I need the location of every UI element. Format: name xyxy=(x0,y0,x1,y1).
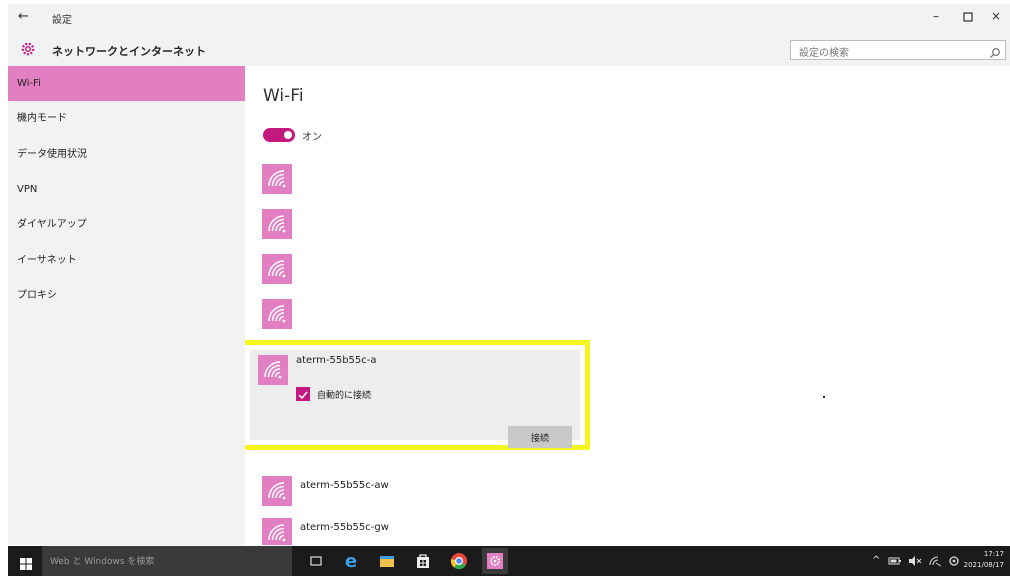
wifi-network-icon[interactable] xyxy=(262,299,292,329)
sidebar-item-vpn[interactable]: VPN xyxy=(8,172,245,207)
sidebar-item-proxy[interactable]: プロキシ xyxy=(8,278,245,313)
sidebar: Wi-Fi 機内モード データ使用状況 VPN ダイヤルアップ イーサネット プ… xyxy=(8,66,245,545)
show-hidden-icons-icon[interactable]: ^ xyxy=(872,555,880,566)
title-bar: ← 設定 – × xyxy=(8,4,1010,34)
wifi-network-icon[interactable] xyxy=(262,164,292,194)
close-button[interactable]: × xyxy=(986,9,1006,23)
network-icon[interactable] xyxy=(928,555,942,570)
taskbar: e ^ 17:17 2021/08/17 xyxy=(8,546,1010,576)
taskbar-clock[interactable]: 17:17 2021/08/17 xyxy=(964,549,1004,571)
file-explorer-icon[interactable] xyxy=(376,550,398,572)
clock-date: 2021/08/17 xyxy=(963,561,1004,569)
settings-window: ← 設定 – × ネットワークとインターネット Wi-Fi 機内モード データ使… xyxy=(8,4,1010,545)
taskbar-search-input[interactable] xyxy=(48,552,288,572)
page-header: ネットワークとインターネット xyxy=(8,34,1010,66)
sidebar-item-airplane-mode[interactable]: 機内モード xyxy=(8,101,245,136)
network-name: aterm-55b55c-a xyxy=(296,355,377,366)
settings-search-box[interactable] xyxy=(790,40,1006,63)
selected-network-panel[interactable]: aterm-55b55c-a 自動的に接続 接続 xyxy=(250,350,580,448)
stray-dot xyxy=(823,396,825,398)
auto-connect-label: 自動的に接続 xyxy=(317,391,372,401)
highlight-box: aterm-55b55c-a 自動的に接続 接続 xyxy=(245,340,590,450)
auto-connect-checkbox[interactable] xyxy=(296,387,310,401)
task-view-icon[interactable] xyxy=(305,550,327,572)
gear-icon xyxy=(20,41,36,57)
sidebar-item-data-usage[interactable]: データ使用状況 xyxy=(8,137,245,172)
settings-search-input[interactable] xyxy=(791,44,979,63)
network-name[interactable]: aterm-55b55c-aw xyxy=(300,480,389,491)
battery-icon[interactable] xyxy=(888,555,902,570)
toggle-knob xyxy=(284,131,292,139)
windows-start-icon[interactable] xyxy=(20,555,32,570)
wifi-toggle[interactable] xyxy=(263,128,295,142)
page-title: ネットワークとインターネット xyxy=(52,45,206,58)
wifi-network-icon[interactable] xyxy=(262,476,292,506)
clock-time: 17:17 xyxy=(983,550,1004,558)
wifi-network-icon[interactable] xyxy=(262,254,292,284)
maximize-button[interactable] xyxy=(958,9,978,25)
network-name[interactable]: aterm-55b55c-gw xyxy=(300,522,389,533)
sidebar-item-wifi[interactable]: Wi-Fi xyxy=(8,66,245,101)
search-icon[interactable] xyxy=(989,44,1001,58)
wifi-toggle-label: オン xyxy=(302,132,322,143)
volume-icon[interactable] xyxy=(908,555,922,570)
wifi-network-icon[interactable] xyxy=(262,209,292,239)
svg-text:e: e xyxy=(345,551,357,572)
minimize-button[interactable]: – xyxy=(926,9,946,23)
sidebar-item-dialup[interactable]: ダイヤルアップ xyxy=(8,207,245,242)
panel-title: Wi-Fi xyxy=(263,86,304,106)
back-arrow-icon[interactable]: ← xyxy=(18,9,29,24)
taskbar-search-box[interactable] xyxy=(42,546,292,576)
action-center-icon[interactable] xyxy=(948,555,960,570)
sidebar-item-ethernet[interactable]: イーサネット xyxy=(8,243,245,278)
settings-app-icon[interactable] xyxy=(482,548,508,574)
window-title: 設定 xyxy=(52,15,72,26)
wifi-network-icon[interactable] xyxy=(262,518,292,545)
store-icon[interactable] xyxy=(412,550,434,572)
wifi-network-icon xyxy=(258,355,288,385)
edge-browser-icon[interactable]: e xyxy=(340,550,362,572)
wifi-panel: Wi-Fi オン aterm-55b55c-a 自動的に接続 接続 aterm-… xyxy=(245,66,1010,545)
chrome-icon[interactable] xyxy=(448,550,470,572)
connect-button[interactable]: 接続 xyxy=(508,426,572,448)
